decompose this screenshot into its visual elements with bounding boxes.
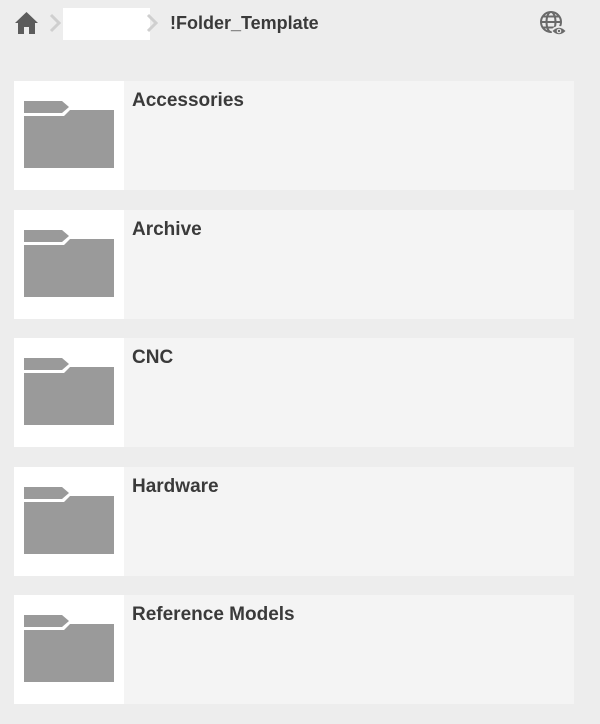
folder-name: Archive	[132, 218, 202, 240]
folder-item-reference-models[interactable]: Reference Models	[14, 595, 574, 704]
folder-icon	[24, 229, 114, 297]
folder-item-cnc[interactable]: CNC	[14, 338, 574, 447]
folder-thumbnail	[14, 466, 124, 576]
breadcrumb-current: !Folder_Template	[170, 13, 319, 33]
chevron-right-icon	[146, 13, 158, 33]
folder-name: Reference Models	[132, 604, 295, 625]
home-icon[interactable]	[14, 11, 39, 35]
folder-icon	[24, 615, 114, 682]
folder-thumbnail	[14, 595, 124, 704]
folder-icon	[24, 486, 114, 554]
folder-item-archive[interactable]: Archive	[14, 209, 574, 319]
chevron-right-icon	[49, 13, 61, 33]
folder-list: Accessories Archive CNC Hardware Referen…	[14, 81, 574, 724]
folder-icon	[24, 358, 114, 425]
globe-eye-icon[interactable]	[539, 10, 567, 38]
folder-thumbnail	[14, 81, 124, 190]
folder-icon	[24, 101, 114, 168]
folder-name: CNC	[132, 347, 174, 368]
breadcrumb-item-hidden[interactable]	[63, 8, 150, 40]
header-bar: !Folder_Template	[0, 0, 600, 48]
folder-item-accessories[interactable]: Accessories	[14, 81, 574, 190]
folder-name: Hardware	[132, 475, 219, 497]
folder-name: Accessories	[132, 90, 244, 111]
folder-item-hardware[interactable]: Hardware	[14, 466, 574, 576]
folder-thumbnail	[14, 338, 124, 447]
folder-thumbnail	[14, 209, 124, 319]
